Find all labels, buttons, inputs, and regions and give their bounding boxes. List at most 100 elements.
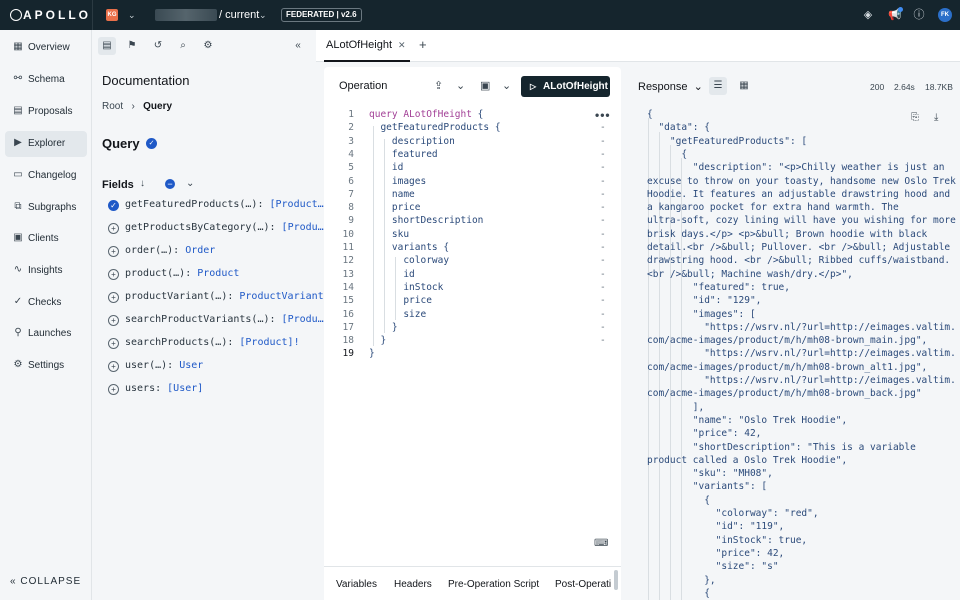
copy-icon[interactable]: ⎘ bbox=[911, 112, 919, 123]
org-badge[interactable]: KG bbox=[106, 9, 118, 21]
fold-marker[interactable]: - bbox=[600, 228, 606, 241]
variant-label[interactable]: / current bbox=[219, 9, 259, 21]
add-circle-icon[interactable]: + bbox=[108, 292, 119, 303]
sidebar-item-schema[interactable]: ⚯ Schema bbox=[5, 67, 87, 93]
tab-headers[interactable]: Headers bbox=[394, 579, 432, 590]
close-icon[interactable]: ✕ bbox=[398, 40, 406, 51]
fold-marker[interactable]: - bbox=[600, 334, 606, 347]
fold-marker[interactable]: - bbox=[600, 308, 606, 321]
fold-marker[interactable]: - bbox=[600, 135, 606, 148]
field-row[interactable]: + order(…): Order bbox=[108, 245, 215, 261]
fold-marker[interactable]: - bbox=[600, 321, 606, 334]
fold-marker[interactable]: - bbox=[600, 175, 606, 188]
more-options-icon[interactable]: ••• bbox=[595, 108, 611, 122]
list-view-icon[interactable]: ☰ bbox=[709, 77, 727, 95]
add-circle-icon[interactable]: + bbox=[108, 223, 119, 234]
org-chevron-down-icon[interactable]: ⌄ bbox=[128, 10, 136, 21]
field-type[interactable]: User bbox=[179, 360, 203, 371]
fold-marker[interactable]: - bbox=[600, 294, 606, 307]
field-row[interactable]: + searchProducts(…): [Product]! bbox=[108, 337, 300, 353]
fold-marker[interactable]: - bbox=[600, 201, 606, 214]
avatar[interactable]: FK bbox=[938, 8, 952, 22]
add-circle-icon[interactable]: + bbox=[108, 315, 119, 326]
fold-marker[interactable]: - bbox=[600, 281, 606, 294]
download-icon[interactable]: ⤓ bbox=[934, 112, 938, 123]
save-icon[interactable]: ▣ bbox=[480, 79, 490, 92]
graph-name-blurred[interactable] bbox=[155, 9, 217, 21]
tab-alotofheight[interactable]: ALotOfHeight bbox=[326, 39, 392, 51]
add-circle-icon[interactable]: + bbox=[108, 338, 119, 349]
prettify-icon[interactable]: ⌨ bbox=[594, 538, 608, 549]
tab-pre-operation-script[interactable]: Pre-Operation Script bbox=[448, 579, 539, 590]
layers-icon[interactable]: ◈ bbox=[861, 8, 875, 22]
fold-marker[interactable]: - bbox=[600, 268, 606, 281]
sidebar-item-checks[interactable]: ✓ Checks bbox=[5, 290, 87, 316]
fold-marker[interactable]: - bbox=[600, 188, 606, 201]
field-type[interactable]: [User] bbox=[167, 383, 203, 394]
sidebar-item-changelog[interactable]: ▭ Changelog bbox=[5, 163, 87, 189]
fold-marker[interactable]: - bbox=[600, 254, 606, 267]
bookmark-icon[interactable]: ⚑ bbox=[123, 37, 141, 55]
collapse-panel-icon[interactable]: « bbox=[289, 37, 307, 55]
add-tab-icon[interactable]: + bbox=[419, 37, 427, 52]
sort-arrow-icon[interactable]: ↓ bbox=[140, 178, 145, 189]
field-row[interactable]: + product(…): Product bbox=[108, 268, 239, 284]
code-token: colorway bbox=[369, 255, 450, 267]
apollo-logo[interactable]: APOLLO bbox=[10, 8, 91, 22]
table-view-icon[interactable]: ▦ bbox=[735, 77, 753, 95]
response-dropdown[interactable]: Response ⌄ bbox=[638, 80, 703, 93]
variant-chevron-down-icon[interactable]: ⌄ bbox=[259, 10, 267, 21]
sidebar-item-clients[interactable]: ▣ Clients bbox=[5, 226, 87, 252]
field-type[interactable]: Product bbox=[197, 268, 239, 279]
sidebar-item-overview[interactable]: ▦ Overview bbox=[5, 35, 87, 61]
add-circle-icon[interactable]: + bbox=[108, 361, 119, 372]
field-type[interactable]: ProductVariant bbox=[239, 291, 323, 302]
help-icon[interactable]: ⓘ bbox=[912, 8, 926, 22]
field-row[interactable]: + getProductsByCategory(…): [Produ… bbox=[108, 222, 324, 238]
check-circle-icon[interactable]: ✓ bbox=[108, 200, 119, 211]
field-type[interactable]: [Product… bbox=[270, 199, 324, 210]
field-type[interactable]: [Produ… bbox=[282, 222, 324, 233]
response-line: "https://wsrv.nl/?url=http://eimages.val… bbox=[647, 348, 956, 360]
share-icon[interactable]: ⇪ bbox=[434, 79, 443, 92]
code-token: } bbox=[369, 321, 398, 333]
add-circle-icon[interactable]: + bbox=[108, 246, 119, 257]
docs-icon[interactable]: ▤ bbox=[98, 37, 116, 55]
gear-icon[interactable]: ⚙ bbox=[199, 37, 217, 55]
field-row[interactable]: + searchProductVariants(…): [Produ… bbox=[108, 314, 324, 330]
field-type[interactable]: [Product]! bbox=[239, 337, 299, 348]
response-line: "price": 42, bbox=[647, 428, 762, 440]
run-operation-button[interactable]: ▷ ALotOfHeight bbox=[521, 76, 610, 97]
field-row[interactable]: ✓ getFeaturedProducts(…): [Product… bbox=[108, 199, 324, 215]
fold-marker[interactable]: - bbox=[600, 148, 606, 161]
add-circle-icon[interactable]: + bbox=[108, 384, 119, 395]
field-type[interactable]: [Produ… bbox=[282, 314, 324, 325]
sidebar-item-settings[interactable]: ⚙ Settings bbox=[5, 353, 87, 379]
chevron-down-icon[interactable]: ⌄ bbox=[456, 79, 465, 92]
sidebar-item-insights[interactable]: ∿ Insights bbox=[5, 258, 87, 284]
fold-marker[interactable]: - bbox=[600, 161, 606, 174]
sidebar-item-launches[interactable]: ⚲ Launches bbox=[5, 321, 87, 347]
sidebar-item-explorer[interactable]: ▶ Explorer bbox=[5, 131, 87, 157]
search-icon[interactable]: ⌕ bbox=[174, 37, 192, 55]
sidebar-item-proposals[interactable]: ▤ Proposals bbox=[5, 99, 87, 125]
collapse-button[interactable]: « COLLAPSE bbox=[10, 576, 81, 587]
field-row[interactable]: + productVariant(…): ProductVariant bbox=[108, 291, 324, 307]
tab-variables[interactable]: Variables bbox=[336, 579, 377, 590]
code-text: id bbox=[369, 268, 414, 281]
deselect-all-icon[interactable]: − bbox=[165, 179, 175, 189]
scrollbar[interactable] bbox=[614, 570, 618, 590]
add-circle-icon[interactable]: + bbox=[108, 269, 119, 280]
field-row[interactable]: + users: [User] bbox=[108, 383, 203, 399]
field-row[interactable]: + user(…): User bbox=[108, 360, 203, 376]
field-type[interactable]: Order bbox=[185, 245, 215, 256]
fold-marker[interactable]: - bbox=[600, 214, 606, 227]
fold-marker[interactable]: - bbox=[600, 121, 606, 134]
chevron-down-icon[interactable]: ⌄ bbox=[502, 79, 511, 92]
history-icon[interactable]: ↺ bbox=[149, 37, 167, 55]
chevron-down-icon[interactable]: ⌄ bbox=[186, 178, 194, 189]
breadcrumb-root[interactable]: Root bbox=[102, 101, 123, 112]
tab-post-operation[interactable]: Post-Operati bbox=[555, 579, 611, 590]
fold-marker[interactable]: - bbox=[600, 241, 606, 254]
sidebar-item-subgraphs[interactable]: ⧉ Subgraphs bbox=[5, 195, 87, 221]
